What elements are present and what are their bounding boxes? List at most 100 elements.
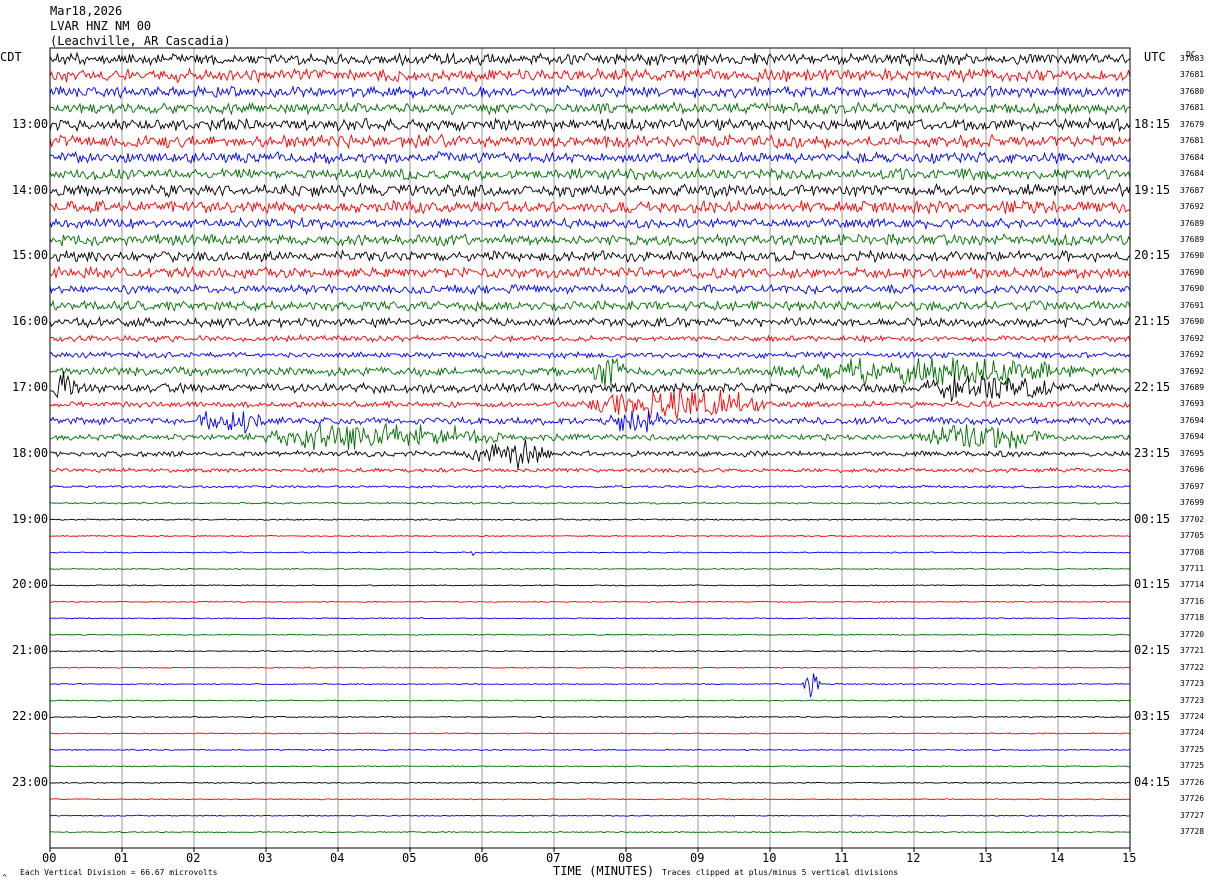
trace-20 xyxy=(49,371,1131,402)
dc-offset-label: 37681 xyxy=(1180,136,1205,146)
dc-offset-label: 37690 xyxy=(1180,251,1205,261)
dc-offset-label: 37687 xyxy=(1180,185,1205,195)
dc-offset-label: 37723 xyxy=(1180,679,1205,689)
trace-37 xyxy=(49,666,1131,669)
x-tick-label: 02 xyxy=(186,851,201,865)
dc-offset-label: 37726 xyxy=(1180,777,1205,787)
trace-16 xyxy=(49,315,1131,329)
trace-18 xyxy=(49,350,1131,360)
dc-offset-label: 37696 xyxy=(1180,465,1205,475)
x-tick-label: 05 xyxy=(402,851,417,865)
dc-offset-label: 37728 xyxy=(1180,827,1205,837)
trace-0 xyxy=(49,51,1131,67)
header-date: Mar18,2026 xyxy=(50,4,123,18)
dc-offset-label: 37711 xyxy=(1180,563,1205,573)
trace-19 xyxy=(49,357,1131,388)
dc-offset-label: 37722 xyxy=(1180,662,1205,672)
right-hour-label: 00:15 xyxy=(1134,511,1171,526)
dc-offset-label: 37690 xyxy=(1180,267,1205,277)
left-timezone-label: CDT xyxy=(0,50,22,64)
trace-14 xyxy=(49,282,1131,296)
dc-offset-label: 37697 xyxy=(1180,481,1205,491)
right-hour-label: 01:15 xyxy=(1134,577,1171,592)
right-hour-label: 22:15 xyxy=(1134,380,1171,394)
left-hour-label: 18:00 xyxy=(12,445,49,460)
dc-offset-label: 37681 xyxy=(1180,103,1205,113)
trace-42 xyxy=(49,748,1131,752)
trace-7 xyxy=(49,166,1131,182)
right-hour-label: 19:15 xyxy=(1134,182,1171,197)
trace-13 xyxy=(49,265,1131,280)
trace-32 xyxy=(49,584,1131,587)
trace-43 xyxy=(50,765,1131,768)
dc-offset-label: 37725 xyxy=(1180,761,1205,771)
trace-36 xyxy=(49,650,1131,653)
trace-22 xyxy=(49,410,1131,434)
seismogram-chart xyxy=(49,47,1131,852)
dc-offset-label: 37718 xyxy=(1180,613,1205,623)
header-location: (Leachville, AR Cascadia) xyxy=(50,34,231,48)
dc-offset-label: 37693 xyxy=(1180,399,1205,409)
left-hour-label: 22:00 xyxy=(12,709,49,723)
minute-gridlines xyxy=(121,48,1059,848)
x-tick-label: 10 xyxy=(762,851,777,865)
corner-mark: ^ xyxy=(2,873,7,882)
dc-offset-label: 37702 xyxy=(1180,514,1205,524)
trace-46 xyxy=(49,814,1131,817)
trace-2 xyxy=(49,84,1131,100)
trace-11 xyxy=(49,232,1131,248)
dc-offset-label: 37694 xyxy=(1180,432,1205,442)
right-hour-label: 18:15 xyxy=(1134,116,1171,131)
x-tick-label: 07 xyxy=(546,851,561,865)
right-timezone-label: UTC xyxy=(1144,50,1166,64)
x-tick-label: 15 xyxy=(1122,851,1137,865)
x-tick-label: 00 xyxy=(42,851,57,865)
trace-12 xyxy=(49,248,1131,264)
dc-offset-label: 37708 xyxy=(1180,547,1205,557)
dc-offset-label: 37723 xyxy=(1180,695,1205,705)
trace-41 xyxy=(49,732,1131,735)
dc-offset-label: 37689 xyxy=(1180,234,1205,244)
dc-offset-label: 37714 xyxy=(1180,580,1205,590)
trace-4 xyxy=(49,116,1131,133)
seismic-traces xyxy=(49,51,1131,834)
trace-15 xyxy=(49,299,1131,313)
trace-39 xyxy=(49,699,1131,702)
x-tick-label: 01 xyxy=(114,851,129,865)
trace-40 xyxy=(49,715,1131,719)
dc-offset-label: 37725 xyxy=(1180,744,1205,754)
x-axis-ticks xyxy=(49,848,1131,852)
left-hour-label: 13:00 xyxy=(12,116,49,131)
dc-offset-label: 37720 xyxy=(1180,629,1205,639)
trace-28 xyxy=(49,518,1131,521)
trace-6 xyxy=(49,150,1131,165)
trace-29 xyxy=(49,534,1131,538)
dc-offset-label: 37694 xyxy=(1180,415,1205,425)
footer-clip-note: Traces clipped at plus/minus 5 vertical … xyxy=(662,868,899,877)
x-tick-label: 11 xyxy=(834,851,849,865)
dc-offset-label: 37680 xyxy=(1180,86,1205,96)
dc-offset-label: 37691 xyxy=(1180,300,1205,310)
dc-offset-label: 37684 xyxy=(1180,152,1205,162)
trace-27 xyxy=(49,501,1131,505)
x-tick-label: 14 xyxy=(1050,851,1065,865)
trace-26 xyxy=(49,484,1131,489)
x-tick-label: 09 xyxy=(690,851,705,865)
dc-offset-label: 37695 xyxy=(1180,448,1205,458)
dc-offset-label: 37721 xyxy=(1180,646,1205,656)
dc-offset-label: 37726 xyxy=(1180,794,1205,804)
right-hour-label: 02:15 xyxy=(1134,643,1171,658)
trace-33 xyxy=(49,600,1131,604)
left-hour-label: 15:00 xyxy=(12,248,49,263)
right-hour-label: 21:15 xyxy=(1134,314,1171,329)
trace-47 xyxy=(49,830,1131,834)
footer-scale-note: Each Vertical Division = 66.67 microvolt… xyxy=(20,868,218,877)
left-hour-label: 19:00 xyxy=(12,511,49,526)
trace-9 xyxy=(49,199,1131,216)
left-hour-label: 20:00 xyxy=(12,577,49,592)
x-tick-label: 06 xyxy=(474,851,489,865)
dc-offset-label: 37692 xyxy=(1180,366,1205,376)
dc-offset-label: 37690 xyxy=(1180,317,1205,327)
dc-offset-label: 37684 xyxy=(1180,169,1205,179)
trace-44 xyxy=(49,781,1131,784)
